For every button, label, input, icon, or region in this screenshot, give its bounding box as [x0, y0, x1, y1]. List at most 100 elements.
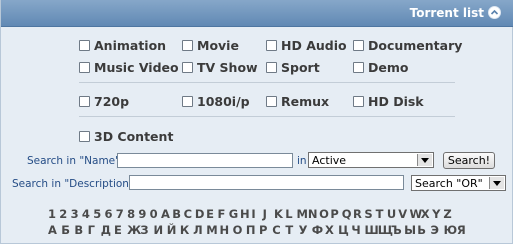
- category-1080p[interactable]: 1080i/p: [182, 93, 250, 109]
- index-letter-link[interactable]: Х: [325, 223, 338, 237]
- index-letter-link[interactable]: Ю: [444, 223, 458, 237]
- index-letter-link[interactable]: К: [180, 223, 193, 237]
- index-letter-link[interactable]: V: [398, 207, 409, 221]
- index-letter-link[interactable]: Т: [285, 223, 298, 237]
- index-letter-link[interactable]: 5: [93, 207, 104, 221]
- index-letter-link[interactable]: Q: [342, 207, 353, 221]
- index-letter-link[interactable]: 8: [127, 207, 138, 221]
- index-letter-link[interactable]: Ь: [417, 223, 430, 237]
- index-letter-link[interactable]: P: [330, 207, 341, 221]
- chevron-down-icon[interactable]: [417, 154, 432, 166]
- index-letter-link[interactable]: J: [263, 207, 274, 221]
- index-letter-link[interactable]: Ц: [338, 223, 351, 237]
- index-letter-link[interactable]: A: [161, 207, 172, 221]
- category-documentary[interactable]: Documentary: [353, 37, 462, 53]
- index-letter-link[interactable]: 4: [82, 207, 93, 221]
- index-letter-link[interactable]: T: [376, 207, 387, 221]
- index-letter-link[interactable]: Е: [114, 223, 127, 237]
- checkbox[interactable]: [79, 61, 90, 73]
- index-letter-link[interactable]: C: [184, 207, 195, 221]
- index-letter-link[interactable]: 2: [59, 207, 70, 221]
- index-letter-link[interactable]: W: [410, 207, 423, 221]
- index-letter-link[interactable]: У: [299, 223, 312, 237]
- index-letter-link[interactable]: S: [364, 207, 375, 221]
- category-3d-content[interactable]: 3D Content: [79, 128, 173, 144]
- index-letter-link[interactable]: B: [172, 207, 183, 221]
- checkbox[interactable]: [353, 39, 364, 51]
- index-letter-link[interactable]: 1: [48, 207, 59, 221]
- index-letter-link[interactable]: X: [421, 207, 432, 221]
- search-name-input[interactable]: [117, 153, 293, 168]
- index-letter-link[interactable]: E: [206, 207, 217, 221]
- index-letter-link[interactable]: Г: [88, 223, 101, 237]
- checkbox[interactable]: [353, 95, 364, 107]
- category-music-video[interactable]: Music Video: [79, 59, 179, 75]
- index-letter-link[interactable]: Л: [193, 223, 206, 237]
- index-letter-link[interactable]: 0: [150, 207, 161, 221]
- checkbox[interactable]: [353, 61, 364, 73]
- index-letter-link[interactable]: Б: [61, 223, 74, 237]
- chevron-down-icon[interactable]: [489, 177, 504, 189]
- category-720p[interactable]: 720p: [79, 93, 129, 109]
- index-letter-link[interactable]: Ш: [365, 223, 379, 237]
- index-letter-link[interactable]: Й: [167, 223, 180, 237]
- index-letter-link[interactable]: Щ: [378, 223, 393, 237]
- index-letter-link[interactable]: Ч: [351, 223, 364, 237]
- checkbox[interactable]: [79, 39, 90, 51]
- index-letter-link[interactable]: Ф: [312, 223, 325, 237]
- index-letter-link[interactable]: Ж: [127, 223, 141, 237]
- category-demo[interactable]: Demo: [353, 59, 408, 75]
- index-letter-link[interactable]: Ы: [404, 223, 417, 237]
- index-letter-link[interactable]: А: [48, 223, 61, 237]
- index-letter-link[interactable]: H: [240, 207, 251, 221]
- index-letter-link[interactable]: 6: [104, 207, 115, 221]
- category-animation[interactable]: Animation: [79, 37, 166, 53]
- checkbox[interactable]: [182, 95, 193, 107]
- checkbox[interactable]: [266, 61, 277, 73]
- checkbox[interactable]: [79, 130, 90, 142]
- index-letter-link[interactable]: Y: [432, 207, 443, 221]
- index-letter-link[interactable]: З: [140, 223, 153, 237]
- index-letter-link[interactable]: F: [217, 207, 228, 221]
- index-letter-link[interactable]: Я: [457, 223, 470, 237]
- index-letter-link[interactable]: R: [353, 207, 364, 221]
- index-letter-link[interactable]: U: [387, 207, 398, 221]
- search-mode-select[interactable]: Search "OR": [411, 175, 506, 191]
- search-button[interactable]: Search!: [443, 152, 495, 169]
- index-letter-link[interactable]: D: [195, 207, 206, 221]
- index-letter-link[interactable]: Р: [259, 223, 272, 237]
- search-description-input[interactable]: [129, 175, 404, 190]
- checkbox[interactable]: [182, 39, 193, 51]
- index-letter-link[interactable]: Ъ: [391, 223, 404, 237]
- index-letter-link[interactable]: О: [233, 223, 246, 237]
- status-select[interactable]: Active: [308, 152, 434, 168]
- index-letter-link[interactable]: 7: [116, 207, 127, 221]
- index-letter-link[interactable]: O: [319, 207, 330, 221]
- index-letter-link[interactable]: 9: [138, 207, 149, 221]
- category-remux[interactable]: Remux: [266, 93, 329, 109]
- category-hd-audio[interactable]: HD Audio: [266, 37, 347, 53]
- index-letter-link[interactable]: K: [274, 207, 285, 221]
- index-letter-link[interactable]: Z: [443, 207, 454, 221]
- index-letter-link[interactable]: N: [308, 207, 319, 221]
- category-sport[interactable]: Sport: [266, 59, 320, 75]
- index-letter-link[interactable]: M: [297, 207, 308, 221]
- index-letter-link[interactable]: L: [285, 207, 296, 221]
- index-letter-link[interactable]: Н: [219, 223, 232, 237]
- checkbox[interactable]: [266, 39, 277, 51]
- checkbox[interactable]: [79, 95, 90, 107]
- index-letter-link[interactable]: I: [251, 207, 262, 221]
- checkbox[interactable]: [266, 95, 277, 107]
- index-letter-link[interactable]: С: [272, 223, 285, 237]
- checkbox[interactable]: [182, 61, 193, 73]
- category-hd-disk[interactable]: HD Disk: [353, 93, 424, 109]
- collapse-icon[interactable]: [488, 6, 501, 19]
- index-letter-link[interactable]: Д: [101, 223, 114, 237]
- index-letter-link[interactable]: 3: [71, 207, 82, 221]
- index-letter-link[interactable]: G: [229, 207, 240, 221]
- index-letter-link[interactable]: И: [154, 223, 167, 237]
- index-letter-link[interactable]: П: [246, 223, 259, 237]
- category-tv-show[interactable]: TV Show: [182, 59, 258, 75]
- category-movie[interactable]: Movie: [182, 37, 239, 53]
- index-letter-link[interactable]: В: [74, 223, 87, 237]
